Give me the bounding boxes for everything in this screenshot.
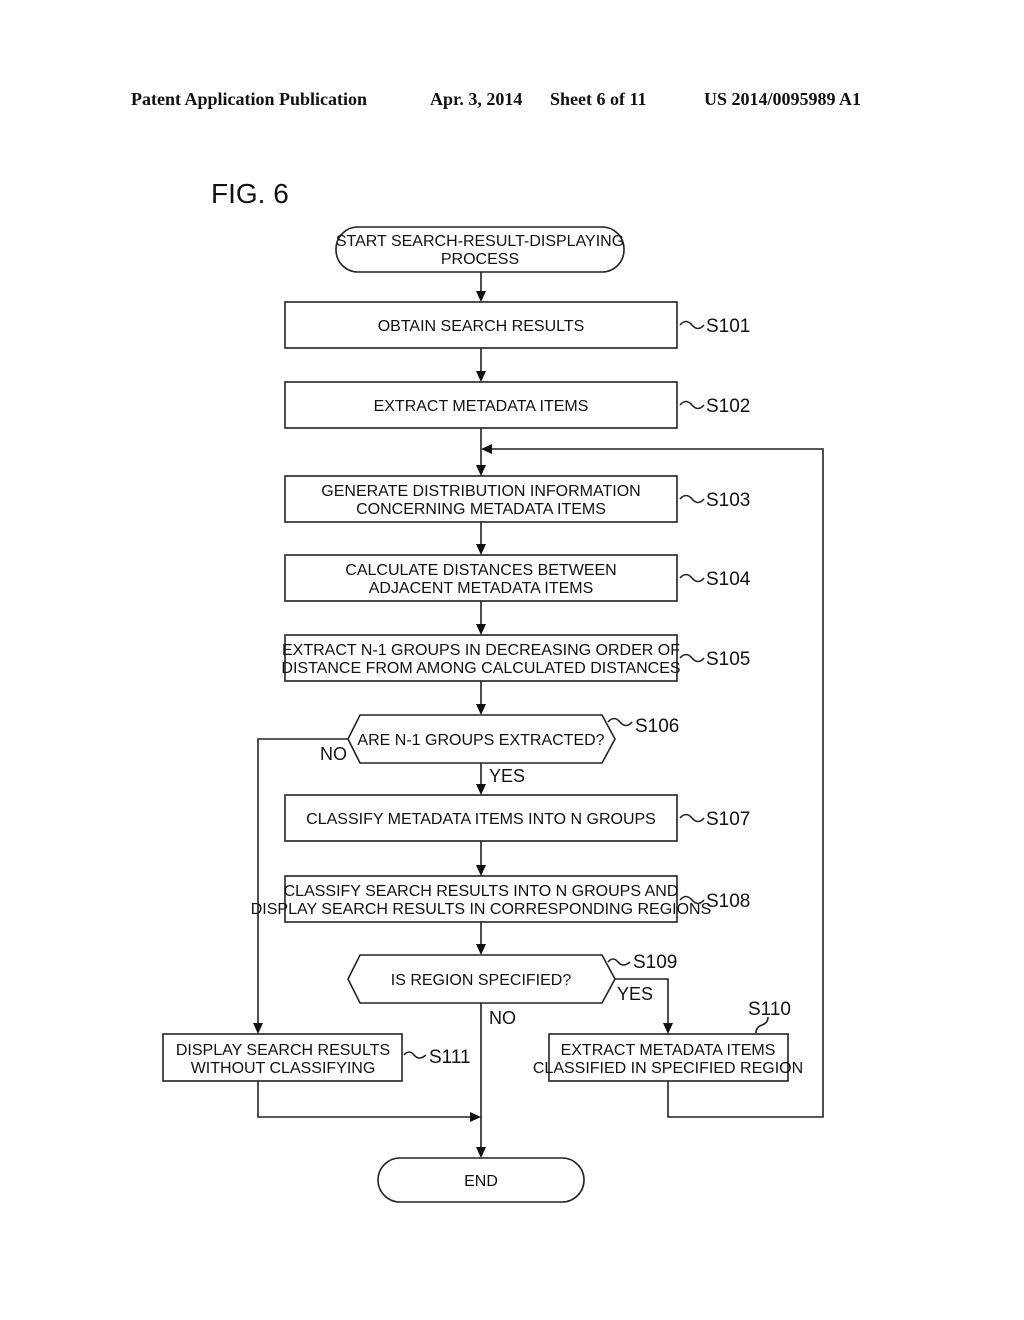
flowchart: START SEARCH-RESULT-DISPLAYING PROCESS O… <box>162 226 824 1203</box>
s105-line-2: DISTANCE FROM AMONG CALCULATED DISTANCES <box>281 660 680 677</box>
arrowhead <box>481 444 492 454</box>
arrowhead <box>476 784 486 795</box>
s104-leader <box>679 573 705 583</box>
start-line-1: START SEARCH-RESULT-DISPLAYING <box>336 233 624 250</box>
end-text: END <box>464 1173 498 1190</box>
arrowhead <box>476 371 486 382</box>
s101-text: OBTAIN SEARCH RESULTS <box>378 318 585 335</box>
step-s111: DISPLAY SEARCH RESULTS WITHOUT CLASSIFYI… <box>162 1033 471 1082</box>
s111-label: S111 <box>429 1047 471 1068</box>
step-s108: CLASSIFY SEARCH RESULTS INTO N GROUPS AN… <box>251 875 750 923</box>
start-line-2: PROCESS <box>441 251 519 268</box>
decision-s106: ARE N-1 GROUPS EXTRACTED? S106 NO YES <box>320 714 679 786</box>
step-s107: CLASSIFY METADATA ITEMS INTO N GROUPS S1… <box>284 794 750 842</box>
s111-line-1: DISPLAY SEARCH RESULTS <box>176 1042 390 1059</box>
arrowhead <box>476 865 486 876</box>
s109-yes-label: YES <box>617 984 653 1004</box>
s105-label: S105 <box>706 649 750 670</box>
s106-text: ARE N-1 GROUPS EXTRACTED? <box>357 732 604 749</box>
s106-no-label: NO <box>320 744 347 764</box>
s106-label: S106 <box>635 716 679 737</box>
s105-leader <box>679 653 705 663</box>
s109-leader <box>607 958 631 966</box>
s109-label: S109 <box>633 952 677 973</box>
s110-label: S110 <box>748 999 791 1020</box>
s104-line-2: ADJACENT METADATA ITEMS <box>369 580 594 597</box>
arrowhead <box>476 944 486 955</box>
s106-leader <box>607 717 633 727</box>
s107-text: CLASSIFY METADATA ITEMS INTO N GROUPS <box>306 811 656 828</box>
s107-label: S107 <box>706 809 750 830</box>
s107-leader <box>679 813 705 823</box>
s102-leader <box>679 400 705 410</box>
arrowhead <box>476 291 486 302</box>
s104-label: S104 <box>706 569 751 590</box>
arrowhead <box>476 465 486 476</box>
step-s103: GENERATE DISTRIBUTION INFORMATION CONCER… <box>284 475 750 523</box>
step-s102: EXTRACT METADATA ITEMS S102 <box>284 381 750 429</box>
s103-line-2: CONCERNING METADATA ITEMS <box>356 501 606 518</box>
arrowhead <box>476 544 486 555</box>
s103-leader <box>679 494 705 504</box>
s102-label: S102 <box>706 396 750 417</box>
arrowhead <box>663 1023 673 1034</box>
s103-label: S103 <box>706 490 750 511</box>
s102-text: EXTRACT METADATA ITEMS <box>374 398 589 415</box>
decision-s109: IS REGION SPECIFIED? S109 YES NO <box>347 952 677 1028</box>
step-s104: CALCULATE DISTANCES BETWEEN ADJACENT MET… <box>284 554 751 602</box>
arrowhead <box>476 624 486 635</box>
s111-leader <box>403 1051 427 1059</box>
s109-no-label: NO <box>489 1008 516 1028</box>
arrowhead <box>470 1112 481 1122</box>
s108-line-1: CLASSIFY SEARCH RESULTS INTO N GROUPS AN… <box>284 883 679 900</box>
s104-line-1: CALCULATE DISTANCES BETWEEN <box>345 562 616 579</box>
arrowhead <box>476 1147 486 1158</box>
arrowhead <box>476 704 486 715</box>
s108-label: S108 <box>706 891 750 912</box>
s105-line-1: EXTRACT N-1 GROUPS IN DECREASING ORDER O… <box>282 642 680 659</box>
edge-s111-end <box>257 1081 471 1118</box>
step-s101: OBTAIN SEARCH RESULTS S101 <box>284 301 750 349</box>
start-terminal: START SEARCH-RESULT-DISPLAYING PROCESS <box>335 226 625 273</box>
s110-line-2: CLASSIFIED IN SPECIFIED REGION <box>533 1060 803 1077</box>
s110-line-1: EXTRACT METADATA ITEMS <box>561 1042 776 1059</box>
s103-line-1: GENERATE DISTRIBUTION INFORMATION <box>321 483 640 500</box>
end-terminal: END <box>377 1157 585 1203</box>
s106-yes-label: YES <box>489 766 525 786</box>
s101-leader <box>679 320 705 330</box>
step-s105: EXTRACT N-1 GROUPS IN DECREASING ORDER O… <box>281 634 750 682</box>
s101-label: S101 <box>706 316 750 337</box>
s111-line-2: WITHOUT CLASSIFYING <box>191 1060 376 1077</box>
arrowhead <box>253 1023 263 1034</box>
s109-text: IS REGION SPECIFIED? <box>391 972 572 989</box>
s108-line-2: DISPLAY SEARCH RESULTS IN CORRESPONDING … <box>251 901 712 918</box>
